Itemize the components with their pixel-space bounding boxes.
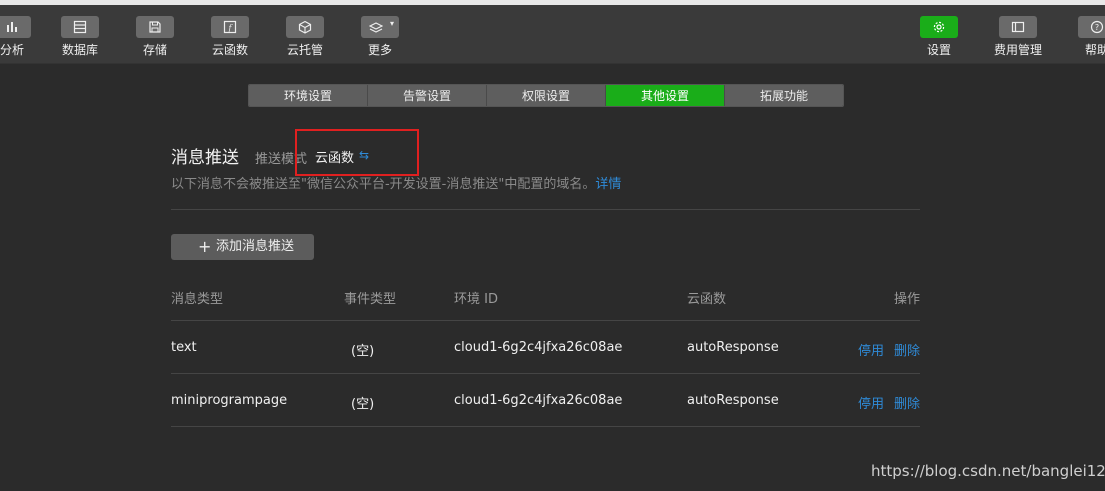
svg-text:f: f bbox=[228, 24, 234, 33]
row-msg-type: miniprogrampage bbox=[171, 393, 288, 408]
gear-icon bbox=[920, 16, 958, 38]
description-text: 以下消息不会被推送至"微信公众平台-开发设置-消息推送"中配置的域名。 bbox=[171, 177, 596, 192]
toolbar-item-more[interactable]: ▾ 更多 bbox=[350, 16, 410, 58]
row-divider bbox=[171, 373, 920, 374]
disable-button[interactable]: 停用 bbox=[858, 340, 884, 359]
row-msg-type: text bbox=[171, 340, 197, 355]
toolbar-item-analytics[interactable]: 分析 bbox=[0, 16, 42, 58]
column-header-msg-type: 消息类型 bbox=[171, 292, 224, 307]
storage-icon bbox=[136, 16, 174, 38]
toolbar-label-help: 帮助 bbox=[1084, 43, 1105, 57]
cloud-function-icon: f bbox=[211, 16, 249, 38]
row-function: autoResponse bbox=[687, 393, 779, 408]
toolbar-item-help[interactable]: ? 帮助 bbox=[1067, 16, 1105, 58]
layers-icon: ▾ bbox=[361, 16, 399, 38]
chevron-down-icon: ▾ bbox=[389, 19, 394, 28]
billing-icon bbox=[999, 16, 1037, 38]
row-function: autoResponse bbox=[687, 340, 779, 355]
column-header-event-type: 事件类型 bbox=[344, 292, 397, 307]
tab-alert-settings[interactable]: 告警设置 bbox=[368, 85, 487, 106]
toolbar-label-cloud-hosting: 云托管 bbox=[286, 43, 323, 57]
settings-tabs: 环境设置 告警设置 权限设置 其他设置 拓展功能 bbox=[248, 84, 844, 107]
toolbar-label-settings: 设置 bbox=[926, 43, 951, 57]
add-push-button[interactable]: + 添加消息推送 bbox=[171, 234, 314, 260]
row-event-type: (空) bbox=[351, 344, 375, 359]
watermark-text: https://blog.csdn.net/banglei123 bbox=[871, 462, 1105, 480]
toolbar-item-billing[interactable]: 费用管理 bbox=[988, 16, 1048, 58]
row-env-id: cloud1-6g2c4jfxa26c08ae bbox=[454, 393, 623, 408]
section-divider bbox=[171, 209, 920, 210]
database-icon bbox=[61, 16, 99, 38]
toolbar-label-more: 更多 bbox=[367, 43, 392, 57]
delete-button[interactable]: 删除 bbox=[894, 393, 920, 412]
toolbar-label-database: 数据库 bbox=[61, 43, 98, 57]
table-header-divider bbox=[171, 320, 920, 321]
detail-link[interactable]: 详情 bbox=[595, 177, 621, 192]
toolbar-label-cloud-function: 云函数 bbox=[211, 43, 248, 57]
add-push-button-label: 添加消息推送 bbox=[216, 239, 295, 254]
row-divider bbox=[171, 426, 920, 427]
toolbar-label-analytics: 分析 bbox=[0, 43, 24, 57]
toolbar-label-storage: 存储 bbox=[142, 43, 167, 57]
column-header-function: 云函数 bbox=[687, 292, 727, 307]
toolbar-item-settings[interactable]: 设置 bbox=[909, 16, 969, 58]
toolbar-label-billing: 费用管理 bbox=[993, 43, 1042, 57]
toolbar-item-storage[interactable]: 存储 bbox=[125, 16, 185, 58]
disable-button[interactable]: 停用 bbox=[858, 393, 884, 412]
toolbar-item-cloud-hosting[interactable]: 云托管 bbox=[275, 16, 335, 58]
column-header-actions: 操作 bbox=[894, 292, 921, 307]
toolbar-item-database[interactable]: 数据库 bbox=[50, 16, 110, 58]
tab-extensions[interactable]: 拓展功能 bbox=[725, 85, 843, 106]
cube-icon bbox=[286, 16, 324, 38]
section-title: 消息推送 bbox=[171, 148, 239, 168]
top-toolbar: 分析 数据库 存储 f 云函数 云托管 ▾ 更多 设置 费用管理 ? 帮助 bbox=[0, 5, 1105, 64]
column-header-env-id: 环境 ID bbox=[454, 292, 498, 307]
bar-chart-icon bbox=[0, 16, 31, 38]
plus-icon: + bbox=[198, 237, 212, 256]
row-env-id: cloud1-6g2c4jfxa26c08ae bbox=[454, 340, 623, 355]
delete-button[interactable]: 删除 bbox=[894, 340, 920, 359]
help-icon: ? bbox=[1078, 16, 1105, 38]
tab-env-settings[interactable]: 环境设置 bbox=[249, 85, 368, 106]
tab-other-settings[interactable]: 其他设置 bbox=[606, 85, 725, 106]
svg-text:?: ? bbox=[1095, 23, 1099, 32]
section-description: 以下消息不会被推送至"微信公众平台-开发设置-消息推送"中配置的域名。详情 bbox=[171, 173, 621, 192]
toolbar-item-cloud-function[interactable]: f 云函数 bbox=[200, 16, 260, 58]
red-highlight-annotation bbox=[295, 129, 419, 176]
row-event-type: (空) bbox=[351, 397, 375, 412]
tab-permission-settings[interactable]: 权限设置 bbox=[487, 85, 606, 106]
